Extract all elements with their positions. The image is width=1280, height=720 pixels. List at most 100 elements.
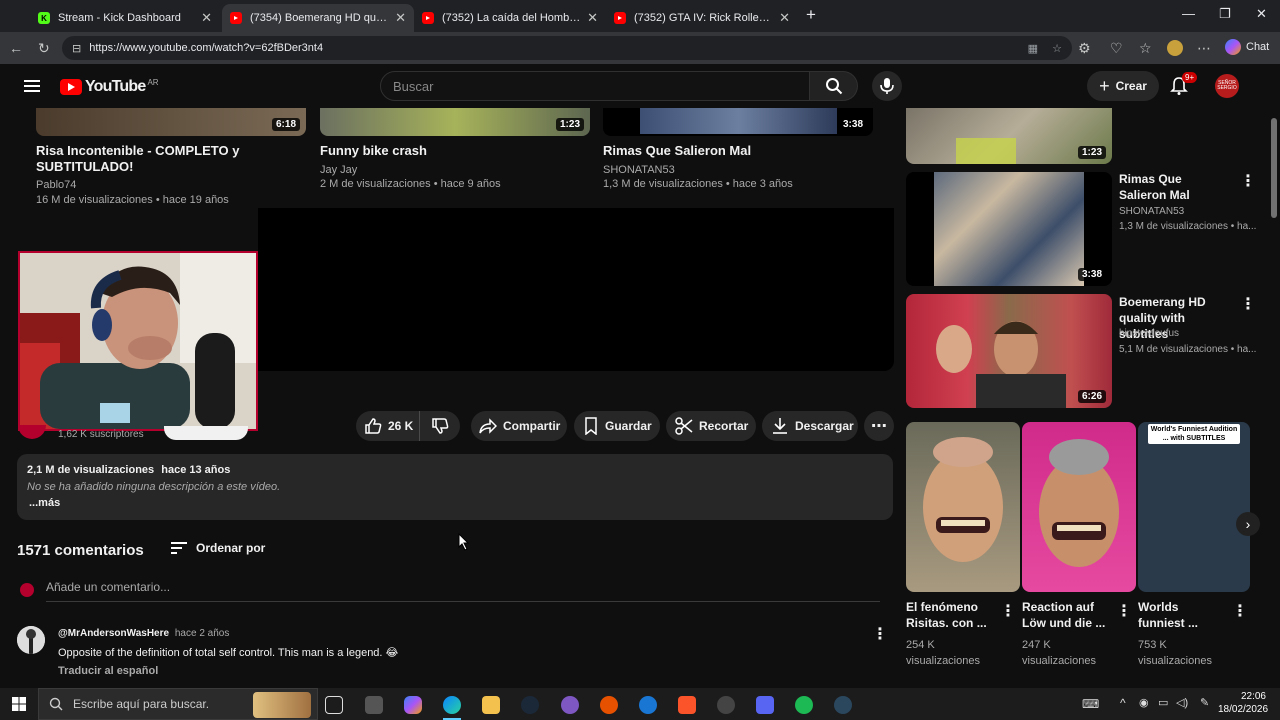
close-icon[interactable]: ✕ bbox=[587, 10, 598, 26]
shorts-next-button[interactable]: › bbox=[1236, 512, 1260, 536]
windows-start-icon[interactable] bbox=[12, 697, 26, 711]
close-icon[interactable]: ✕ bbox=[395, 10, 406, 26]
channel-avatar[interactable] bbox=[18, 425, 46, 439]
chevron-up-icon[interactable]: ^ bbox=[1120, 696, 1126, 710]
keyboard-icon[interactable]: ⌨ bbox=[1082, 697, 1099, 711]
site-info-icon[interactable]: ⊟ bbox=[72, 42, 81, 55]
short-title[interactable]: Worlds funniest ... bbox=[1138, 599, 1228, 631]
tray-app-icon[interactable]: ◉ bbox=[1139, 696, 1149, 709]
video-menu-icon[interactable]: ⋮ bbox=[1240, 294, 1256, 314]
commenter-avatar[interactable] bbox=[17, 626, 45, 654]
back-icon[interactable]: ← bbox=[9, 40, 23, 56]
video-menu-icon[interactable]: ⋮ bbox=[1240, 171, 1256, 191]
video-title[interactable]: Funny bike crash bbox=[320, 143, 570, 159]
more-actions-button[interactable]: ⋯ bbox=[864, 411, 894, 441]
browser-essentials-icon[interactable]: ♡ bbox=[1110, 40, 1123, 57]
app-icon[interactable] bbox=[600, 696, 618, 714]
extensions-icon[interactable]: ⚙ bbox=[1078, 40, 1091, 57]
sidebar-video-title[interactable]: Rimas Que Salieron Mal bbox=[1119, 171, 1231, 203]
like-button[interactable]: 26 K bbox=[356, 411, 420, 441]
short-title[interactable]: Reaction auf Löw und die ... bbox=[1022, 599, 1112, 631]
share-button[interactable]: Compartir bbox=[471, 411, 567, 441]
app-icon[interactable] bbox=[561, 696, 579, 714]
browser-tab-spiderman[interactable]: (7352) La caída del Hombre Araña ✕ bbox=[414, 4, 606, 32]
video-thumbnail[interactable]: 3:38 bbox=[603, 108, 873, 136]
save-button[interactable]: Guardar bbox=[574, 411, 660, 441]
profile-icon[interactable] bbox=[1167, 40, 1183, 56]
video-title[interactable]: Rimas Que Salieron Mal bbox=[603, 143, 853, 159]
search-button[interactable] bbox=[810, 71, 858, 101]
copilot-chat-button[interactable]: Chat bbox=[1225, 39, 1269, 55]
steam-icon[interactable] bbox=[521, 696, 539, 714]
short-thumbnail[interactable] bbox=[906, 422, 1020, 592]
sidebar-video-channel[interactable]: hipsterdoufus bbox=[1119, 326, 1179, 342]
app-icon[interactable] bbox=[717, 696, 735, 714]
subscribe-button[interactable] bbox=[164, 426, 248, 440]
close-window-icon[interactable]: ✕ bbox=[1256, 6, 1267, 22]
create-button[interactable]: + Crear bbox=[1087, 71, 1159, 101]
network-icon[interactable]: ▭ bbox=[1158, 696, 1168, 709]
menu-icon[interactable] bbox=[24, 79, 40, 93]
edge-icon[interactable] bbox=[443, 696, 461, 714]
volume-icon[interactable]: ◁) bbox=[1176, 696, 1188, 709]
short-thumbnail[interactable] bbox=[1022, 422, 1136, 592]
url-field[interactable]: ⊟ https://www.youtube.com/watch?v=62fBDe… bbox=[62, 36, 1072, 60]
search-input[interactable]: Buscar bbox=[380, 71, 810, 101]
comment-time[interactable]: hace 2 años bbox=[175, 628, 230, 639]
sidebar-thumbnail[interactable]: 6:26 bbox=[906, 294, 1112, 408]
download-button[interactable]: Descargar bbox=[762, 411, 858, 441]
page-scrollbar[interactable] bbox=[1268, 64, 1280, 688]
file-explorer-icon[interactable] bbox=[482, 696, 500, 714]
dislike-button[interactable] bbox=[420, 411, 460, 441]
video-thumbnail[interactable]: 1:23 bbox=[320, 108, 590, 136]
minimize-icon[interactable]: — bbox=[1182, 6, 1195, 21]
browser-tab-kick[interactable]: K Stream - Kick Dashboard ✕ bbox=[30, 4, 220, 32]
voice-search-button[interactable] bbox=[872, 71, 902, 101]
short-title[interactable]: El fenómeno Risitas. con ... bbox=[906, 599, 996, 631]
more-icon[interactable]: ⋯ bbox=[1197, 40, 1211, 57]
browser-tab-boemerang[interactable]: (7354) Boemerang HD quality, sub ✕ bbox=[222, 4, 414, 32]
comment-menu-icon[interactable]: ⋮ bbox=[872, 624, 888, 644]
sort-button[interactable]: Ordenar por bbox=[171, 541, 265, 555]
youtube-logo[interactable]: YouTube AR bbox=[60, 78, 159, 96]
comment-author[interactable]: @MrAndersonWasHere bbox=[58, 628, 169, 639]
notifications-button[interactable]: 9+ bbox=[1170, 72, 1198, 101]
short-menu-icon[interactable]: ⋮ bbox=[1116, 601, 1132, 621]
scrollbar-thumb[interactable] bbox=[1271, 118, 1277, 218]
clip-button[interactable]: Recortar bbox=[666, 411, 756, 441]
favorite-star-icon[interactable]: ☆ bbox=[1052, 42, 1062, 55]
new-tab-button[interactable]: + bbox=[806, 5, 816, 25]
app-available-icon[interactable]: ▦ bbox=[1028, 42, 1038, 55]
short-thumbnail[interactable]: World's Funniest Audition ... with SUBTI… bbox=[1138, 422, 1250, 592]
spotify-icon[interactable] bbox=[795, 696, 813, 714]
steam-icon[interactable] bbox=[834, 696, 852, 714]
reload-icon[interactable]: ↻ bbox=[38, 40, 50, 57]
app-icon[interactable] bbox=[365, 696, 383, 714]
copilot-icon[interactable] bbox=[404, 696, 422, 714]
taskbar-search-input[interactable]: Escribe aquí para buscar. bbox=[38, 688, 318, 720]
sidebar-thumbnail[interactable]: 1:23 bbox=[906, 108, 1112, 164]
sidebar-thumbnail[interactable]: 3:38 bbox=[906, 172, 1112, 286]
show-more-link[interactable]: ...más bbox=[29, 497, 60, 509]
add-comment-input[interactable]: Añade un comentario... bbox=[46, 580, 880, 602]
browser-tab-gta[interactable]: (7352) GTA IV: Rick Rolled EFLC (O ✕ bbox=[606, 4, 798, 32]
short-menu-icon[interactable]: ⋮ bbox=[1232, 601, 1248, 621]
task-view-icon[interactable] bbox=[325, 696, 343, 714]
clock[interactable]: 22:06 18/02/2026 bbox=[1218, 690, 1268, 716]
sidebar-video-channel[interactable]: SHONATAN53 bbox=[1119, 204, 1184, 220]
brave-icon[interactable] bbox=[678, 696, 696, 714]
video-title[interactable]: Risa Incontenible - COMPLETO y SUBTITULA… bbox=[36, 143, 286, 175]
pen-icon[interactable]: ✎ bbox=[1200, 696, 1209, 709]
translate-link[interactable]: Traducir al español bbox=[58, 665, 158, 677]
description-box[interactable]: 2,1 M de visualizaciones hace 13 años No… bbox=[17, 454, 893, 520]
video-thumbnail[interactable]: 6:18 bbox=[36, 108, 306, 136]
discord-icon[interactable] bbox=[756, 696, 774, 714]
favorites-icon[interactable]: ☆ bbox=[1139, 40, 1152, 57]
short-menu-icon[interactable]: ⋮ bbox=[1000, 601, 1016, 621]
close-icon[interactable]: ✕ bbox=[779, 10, 790, 26]
maximize-icon[interactable]: ❐ bbox=[1219, 6, 1231, 22]
avatar[interactable]: SEÑOR SERGIO bbox=[1215, 74, 1239, 98]
app-icon[interactable] bbox=[639, 696, 657, 714]
close-icon[interactable]: ✕ bbox=[201, 10, 212, 26]
video-channel[interactable]: Pablo74 bbox=[36, 177, 76, 193]
